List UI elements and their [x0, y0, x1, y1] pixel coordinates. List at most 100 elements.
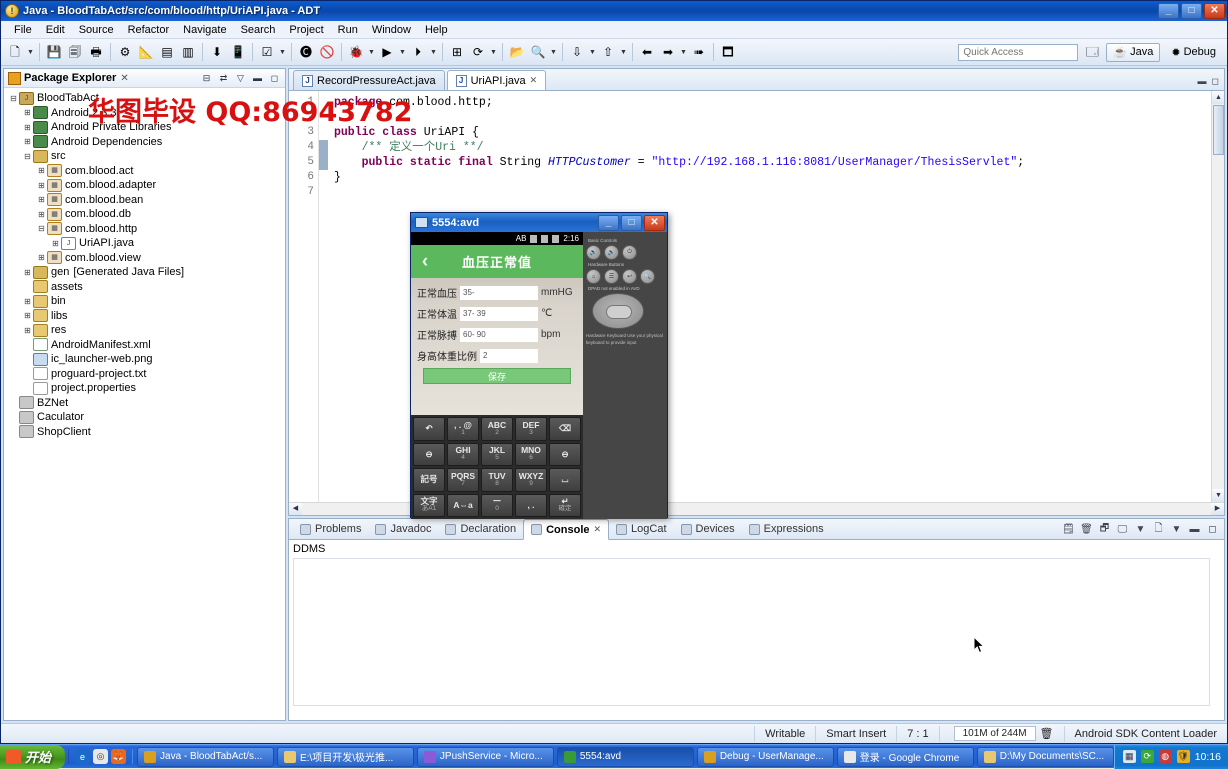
keyboard-key[interactable]: GHI 4 — [447, 442, 479, 466]
taskbar-button[interactable]: E:\项目开发\极光推... — [276, 746, 414, 767]
menu-refactor[interactable]: Refactor — [121, 22, 177, 38]
console-body[interactable]: DDMS — [289, 540, 1224, 720]
new-icon[interactable]: 🗋 — [5, 42, 25, 62]
check-dropdown-icon[interactable]: ▼ — [278, 42, 287, 62]
display-console-dropdown-icon[interactable]: ▼ — [1133, 522, 1148, 537]
tree-item[interactable]: ⊞ ▦ com.blood.db — [8, 207, 285, 222]
collapse-toggle-icon[interactable]: ⊟ — [8, 94, 19, 103]
run-external-icon[interactable]: ⏵ — [408, 42, 428, 62]
menu-run[interactable]: Run — [331, 22, 365, 38]
close-icon[interactable]: ✕ — [594, 524, 602, 535]
minimize-button[interactable]: _ — [1158, 3, 1179, 19]
menu-help[interactable]: Help — [418, 22, 455, 38]
tree-item[interactable]: project.properties — [8, 381, 285, 396]
search-dropdown-icon[interactable]: ▼ — [549, 42, 558, 62]
editor-tab[interactable]: J UriAPI.java ✕ — [446, 70, 547, 90]
keyboard-key[interactable]: ↶ — [413, 417, 445, 441]
new-java-class-icon[interactable]: 🅒 — [296, 42, 316, 62]
menu-window[interactable]: Window — [365, 22, 418, 38]
search-icon[interactable]: 🔍 — [528, 42, 548, 62]
menu-edit[interactable]: Edit — [39, 22, 72, 38]
maximize-icon[interactable]: ◻ — [1205, 522, 1220, 537]
collapse-toggle-icon[interactable]: ⊟ — [36, 224, 47, 233]
maximize-icon[interactable]: ◻ — [268, 72, 281, 85]
new-window-icon[interactable]: ⊞ — [447, 42, 467, 62]
menu-icon[interactable]: ☰ — [604, 269, 619, 284]
terminate-icon[interactable]: 🗒 — [1061, 522, 1076, 537]
print-icon[interactable]: 🖶 — [86, 42, 106, 62]
volume-down-icon[interactable]: 🔈 — [586, 245, 601, 260]
expand-toggle-icon[interactable]: ⊞ — [22, 123, 33, 132]
perspective-debug[interactable]: ✹ Debug — [1164, 43, 1223, 62]
emulator-minimize-button[interactable]: _ — [598, 214, 619, 231]
check-icon[interactable]: ☑ — [257, 42, 277, 62]
forward-icon[interactable]: ➡ — [658, 42, 678, 62]
maximize-button[interactable]: □ — [1181, 3, 1202, 19]
run-icon[interactable]: ▶ — [377, 42, 397, 62]
tree-item[interactable]: ⊞ libs — [8, 309, 285, 324]
menu-navigate[interactable]: Navigate — [176, 22, 233, 38]
run-dropdown-icon[interactable]: ▼ — [398, 42, 407, 62]
keyboard-key[interactable]: ⌴ — [549, 468, 581, 492]
keyboard-key[interactable]: DEF 3 — [515, 417, 547, 441]
project-tree[interactable]: ⊟ J BloodTabAct ⊞ Android 2.3.3 ⊞ Android Priv… — [4, 88, 285, 720]
keyboard-key[interactable]: ー0 — [481, 493, 513, 517]
tree-item[interactable]: ⊞ ▦ com.blood.adapter — [8, 178, 285, 193]
emulator-close-button[interactable]: ✕ — [644, 214, 665, 231]
tree-item[interactable]: ⊞ bin — [8, 294, 285, 309]
tree-item[interactable]: ⊞ Android Private Libraries — [8, 120, 285, 135]
tree-item[interactable]: ⊟ ▦ com.blood.http — [8, 222, 285, 237]
tree-item[interactable]: ⊞ J UriAPI.java — [8, 236, 285, 251]
android-sdk-manager-icon[interactable]: 📐 — [136, 42, 156, 62]
editor-vertical-scrollbar[interactable]: ▲ ▼ — [1211, 91, 1224, 502]
start-button[interactable]: 开始 — [0, 744, 66, 769]
scroll-down-icon[interactable]: ▼ — [1212, 489, 1224, 502]
scroll-right-icon[interactable]: ▶ — [1211, 503, 1224, 515]
expand-toggle-icon[interactable]: ⊞ — [36, 181, 47, 190]
expand-toggle-icon[interactable]: ⊞ — [22, 297, 33, 306]
open-console-icon[interactable]: 🗋 — [1151, 522, 1166, 537]
emulator-window[interactable]: 5554:avd _ □ ✕ AB 2:16 ‹ 血压正常值 正常血压 35- mm… — [410, 212, 985, 654]
tree-item[interactable]: ⊟ src — [8, 149, 285, 164]
dpad-control[interactable] — [592, 293, 644, 329]
taskbar-button[interactable]: 5554:avd — [556, 746, 694, 767]
expand-toggle-icon[interactable]: ⊞ — [36, 166, 47, 175]
console-tab[interactable]: Declaration — [438, 521, 523, 537]
minimize-icon[interactable]: ▬ — [1198, 76, 1207, 87]
open-perspective-icon[interactable]: 🗔 — [1082, 42, 1102, 62]
menu-search[interactable]: Search — [234, 22, 283, 38]
home-icon[interactable]: ⌂ — [586, 269, 601, 284]
keyboard-key[interactable]: ⊖ — [549, 442, 581, 466]
keyboard-key[interactable]: WXYZ 9 — [515, 468, 547, 492]
refresh-icon[interactable]: ⟳ — [468, 42, 488, 62]
back-icon[interactable]: ↩ — [622, 269, 637, 284]
menu-source[interactable]: Source — [72, 22, 121, 38]
breakpoint-skip-icon[interactable]: 🚫 — [317, 42, 337, 62]
tree-item[interactable]: ⊞ ▦ com.blood.view — [8, 251, 285, 266]
next-annotation-dropdown-icon[interactable]: ▼ — [588, 42, 597, 62]
back-icon[interactable]: ⬅ — [637, 42, 657, 62]
menu-project[interactable]: Project — [282, 22, 330, 38]
new-xml-icon[interactable]: ▤ — [157, 42, 177, 62]
network-icon[interactable]: ◍ — [1158, 750, 1172, 763]
keyboard-key[interactable]: TUV 8 — [481, 468, 513, 492]
keyboard-key[interactable]: , . — [515, 493, 547, 517]
save-all-icon[interactable]: 🗐 — [65, 42, 85, 62]
tree-item[interactable]: Caculator — [8, 410, 285, 425]
soft-keyboard[interactable]: ↶ , . @1 ABC 2 DEF 3 ⌫ ⊖ GHI 4 JKL 5 MNO 6 ⊖ 記号 PQRS 7 TUV… — [411, 415, 583, 519]
keyboard-key[interactable]: PQRS 7 — [447, 468, 479, 492]
taskbar-button[interactable]: JPushService - Micro... — [416, 746, 554, 767]
console-tab[interactable]: Problems — [293, 521, 368, 537]
dpad-center[interactable] — [606, 305, 632, 319]
tree-item[interactable]: BZNet — [8, 396, 285, 411]
menu-file[interactable]: File — [7, 22, 39, 38]
last-edit-icon[interactable]: ➠ — [689, 42, 709, 62]
console-output[interactable] — [293, 558, 1210, 706]
field-input[interactable]: 60- 90 — [460, 327, 538, 342]
keyboard-key[interactable]: ABC 2 — [481, 417, 513, 441]
emulator-maximize-button[interactable]: □ — [621, 214, 642, 231]
tree-item[interactable]: assets — [8, 280, 285, 295]
previous-annotation-dropdown-icon[interactable]: ▼ — [619, 42, 628, 62]
sync-icon[interactable]: ⟳ — [1140, 750, 1154, 763]
keyboard-key[interactable]: ↵ 確定 — [549, 493, 581, 517]
